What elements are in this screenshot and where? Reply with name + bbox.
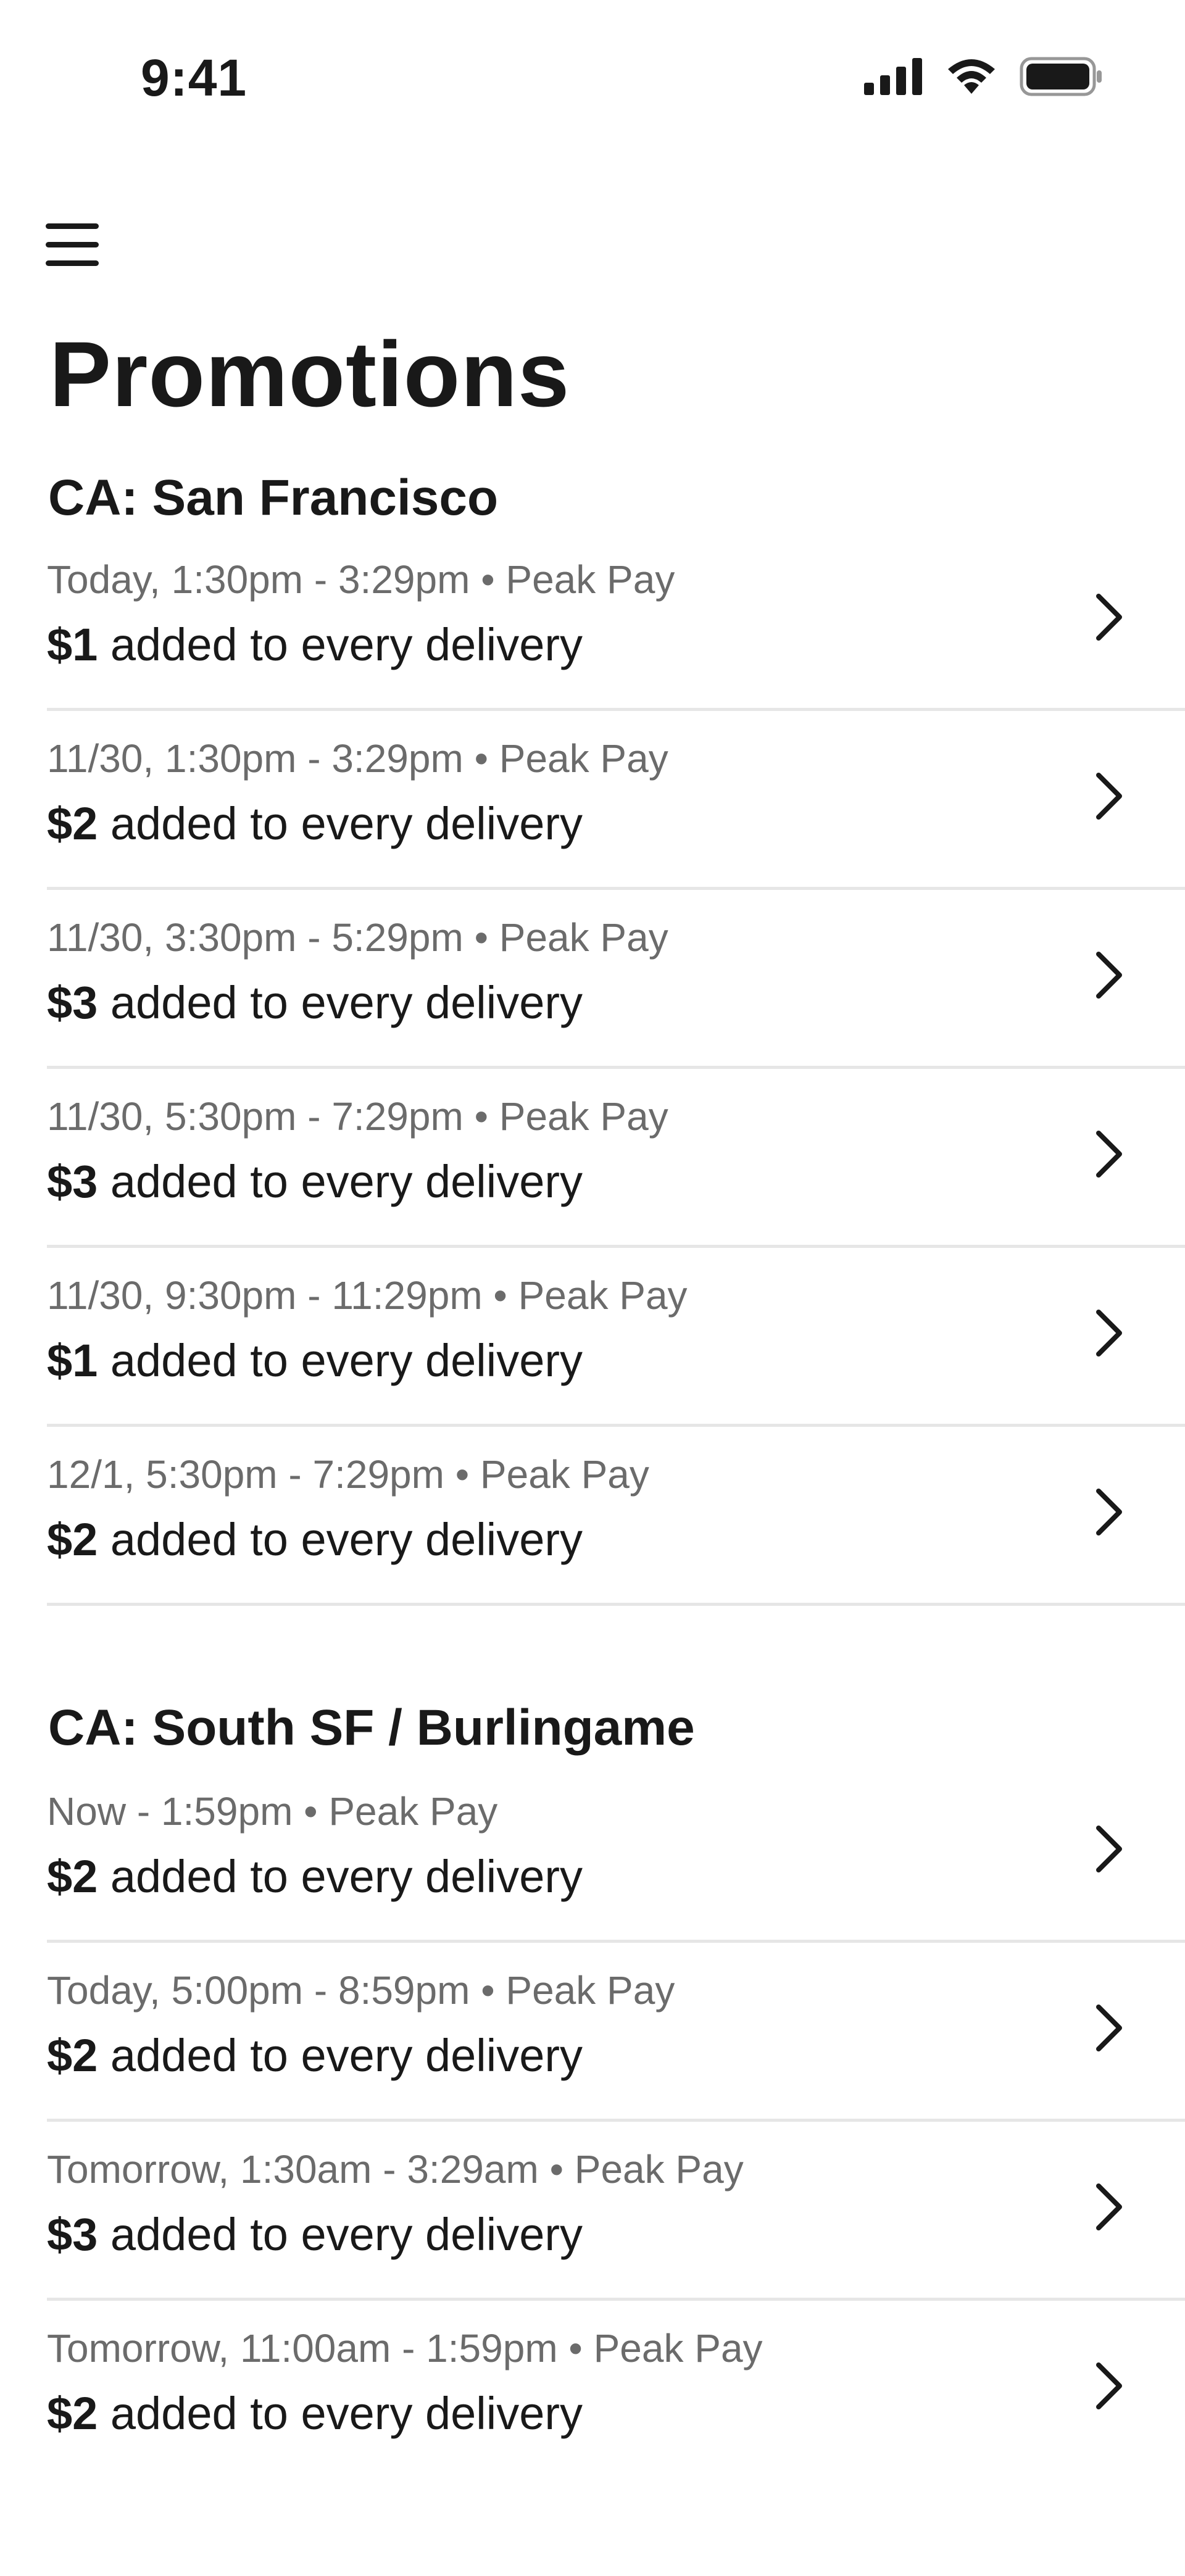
promotion-row[interactable]: Tomorrow, 1:30am - 3:29am • Peak Pay $3 …: [47, 2122, 1185, 2301]
promotion-schedule: Tomorrow, 1:30am - 3:29am • Peak Pay: [47, 2147, 744, 2192]
wifi-icon: [948, 59, 995, 94]
promotion-description: $3 added to every delivery: [47, 2209, 583, 2260]
promotion-schedule: Today, 5:00pm - 8:59pm • Peak Pay: [47, 1968, 675, 2013]
chevron-right-icon: [1096, 1131, 1122, 1178]
promotion-schedule: 11/30, 3:30pm - 5:29pm • Peak Pay: [47, 915, 668, 960]
promotion-description: $3 added to every delivery: [47, 1156, 583, 1207]
promotion-row[interactable]: Tomorrow, 11:00am - 1:59pm • Peak Pay $2…: [47, 2301, 1185, 2480]
promotion-schedule: 12/1, 5:30pm - 7:29pm • Peak Pay: [47, 1452, 649, 1497]
promotion-description: $2 added to every delivery: [47, 1851, 583, 1902]
section-title-san-francisco: CA: San Francisco: [48, 470, 499, 526]
promotion-row[interactable]: Now - 1:59pm • Peak Pay $2 added to ever…: [47, 1764, 1185, 1943]
hamburger-menu-icon[interactable]: [46, 223, 101, 267]
promotion-row[interactable]: 11/30, 3:30pm - 5:29pm • Peak Pay $3 add…: [47, 890, 1185, 1069]
chevron-right-icon: [1096, 1489, 1122, 1535]
promotion-description: $2 added to every delivery: [47, 2030, 583, 2081]
status-icons: [864, 57, 1104, 96]
promotion-row[interactable]: Today, 1:30pm - 3:29pm • Peak Pay $1 add…: [47, 532, 1185, 711]
battery-icon: [1020, 57, 1102, 96]
chevron-right-icon: [1096, 2005, 1122, 2051]
promotion-description: $1 added to every delivery: [47, 1335, 583, 1386]
chevron-right-icon: [1096, 2183, 1122, 2230]
promotion-row[interactable]: 11/30, 9:30pm - 11:29pm • Peak Pay $1 ad…: [47, 1248, 1185, 1427]
promotion-row[interactable]: 11/30, 5:30pm - 7:29pm • Peak Pay $3 add…: [47, 1069, 1185, 1248]
chevron-right-icon: [1096, 2362, 1122, 2409]
chevron-right-icon: [1096, 952, 1122, 999]
chevron-right-icon: [1096, 1310, 1122, 1357]
promotion-row[interactable]: Today, 5:00pm - 8:59pm • Peak Pay $2 add…: [47, 1943, 1185, 2122]
promotion-schedule: Tomorrow, 11:00am - 1:59pm • Peak Pay: [47, 2326, 763, 2370]
promotion-schedule: 11/30, 1:30pm - 3:29pm • Peak Pay: [47, 736, 668, 781]
chevron-right-icon: [1096, 594, 1122, 641]
promotion-description: $3 added to every delivery: [47, 977, 583, 1028]
promotion-schedule: 11/30, 5:30pm - 7:29pm • Peak Pay: [47, 1094, 668, 1139]
chevron-right-icon: [1096, 1826, 1122, 1872]
promotion-description: $2 added to every delivery: [47, 2388, 583, 2439]
promotion-row[interactable]: 11/30, 1:30pm - 3:29pm • Peak Pay $2 add…: [47, 711, 1185, 890]
promotion-description: $2 added to every delivery: [47, 798, 583, 849]
promotion-description: $1 added to every delivery: [47, 619, 583, 670]
promotion-description: $2 added to every delivery: [47, 1514, 583, 1565]
cellular-signal-icon: [864, 58, 922, 95]
promotion-row[interactable]: 12/1, 5:30pm - 7:29pm • Peak Pay $2 adde…: [47, 1427, 1185, 1606]
promotion-schedule: Today, 1:30pm - 3:29pm • Peak Pay: [47, 557, 675, 602]
section-title-south-sf-burlingame: CA: South SF / Burlingame: [48, 1700, 695, 1756]
status-bar: 9:41: [0, 0, 1185, 142]
status-time: 9:41: [141, 49, 247, 107]
page-title: Promotions: [49, 322, 570, 426]
chevron-right-icon: [1096, 773, 1122, 820]
promotion-schedule: Now - 1:59pm • Peak Pay: [47, 1789, 498, 1834]
promotion-schedule: 11/30, 9:30pm - 11:29pm • Peak Pay: [47, 1273, 688, 1318]
